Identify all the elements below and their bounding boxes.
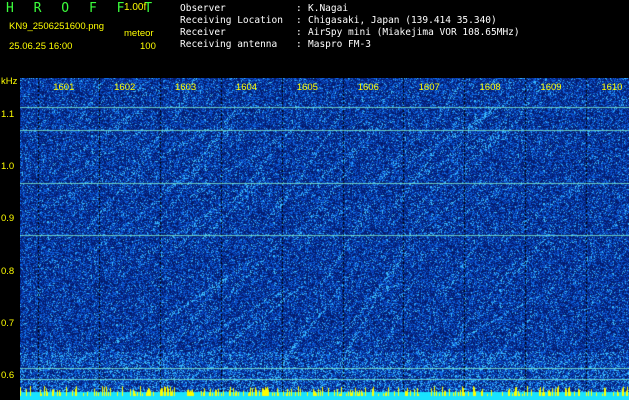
header-panel: H R O F F T 1.00f KN9_2506251600.png 25.… [0, 0, 629, 78]
x-tick-label: 1602 [114, 82, 136, 93]
colon: : [296, 39, 302, 50]
x-tick-label: 1601 [53, 82, 75, 93]
y-tick-label: 1.1 [1, 108, 15, 120]
app-version: 1.00f [124, 2, 147, 13]
colon: : [296, 27, 302, 38]
x-tick-label: 1610 [601, 82, 623, 93]
x-tick-label: 1609 [540, 82, 562, 93]
x-tick-label: 1608 [479, 82, 501, 93]
colon: : [296, 3, 302, 14]
y-tick-label: 0.6 [1, 370, 15, 382]
x-tick-label: 1604 [235, 82, 258, 93]
receiver-label: Receiver [180, 27, 226, 38]
antenna-label: Receiving antenna [180, 39, 278, 50]
y-tick-label: 0.7 [1, 317, 15, 329]
meteor-label: meteor [124, 28, 154, 39]
y-axis-unit: kHz [1, 76, 18, 87]
spectrogram-canvas [20, 78, 629, 400]
x-tick-label: 1605 [296, 82, 318, 93]
observer-label: Observer [180, 3, 226, 14]
location-value: Chigasaki, Japan (139.414 35.340) [308, 15, 497, 26]
x-tick-label: 1606 [357, 82, 379, 93]
y-tick-label: 0.9 [1, 213, 15, 225]
x-tick-label: 1607 [418, 82, 440, 93]
y-tick-label: 1.0 [1, 160, 15, 172]
colon: : [296, 15, 302, 26]
observer-value: K.Nagai [308, 3, 349, 14]
location-label: Receiving Location [180, 15, 283, 26]
x-tick-label: 1603 [175, 82, 197, 93]
y-tick-label: 0.8 [1, 265, 15, 277]
receiver-value: AirSpy mini (Miakejima VOR 108.65MHz) [308, 27, 520, 38]
antenna-value: Maspro FM-3 [308, 39, 371, 50]
date-time: 25.06.25 16:00 [9, 41, 73, 52]
file-name: KN9_2506251600.png [9, 21, 105, 32]
meteor-value: 100 [140, 41, 156, 52]
